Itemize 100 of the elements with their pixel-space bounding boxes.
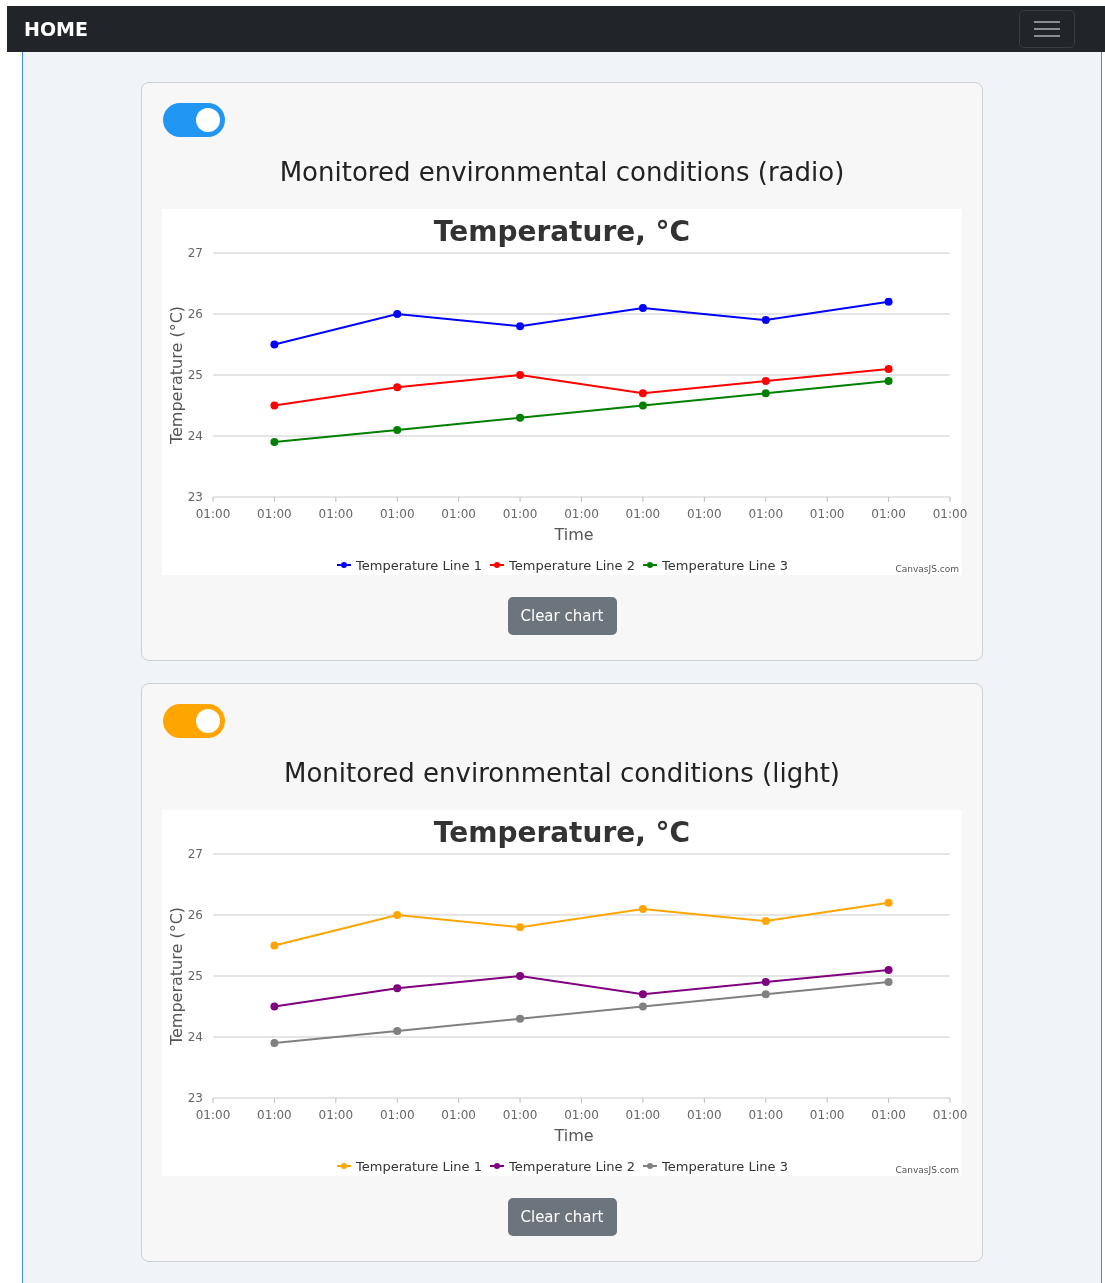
point <box>761 917 770 926</box>
x-tick-label: 01:00 <box>502 1108 538 1122</box>
chart-title: Temperature, °C <box>433 816 691 849</box>
credit-link[interactable]: CanvasJS.com <box>895 1165 959 1175</box>
y-tick-label: 27 <box>187 847 203 861</box>
menu-button[interactable] <box>1019 10 1075 48</box>
x-tick-label: 01:00 <box>257 1108 292 1122</box>
y-tick-label: 25 <box>187 969 203 983</box>
x-tick-label: 01:00 <box>871 1108 906 1122</box>
legend-marker-icon <box>336 1163 352 1169</box>
point <box>761 389 770 398</box>
y-tick-label: 27 <box>187 246 203 260</box>
x-tick-label: 01:00 <box>932 1108 968 1122</box>
point <box>884 898 893 907</box>
point <box>884 978 893 987</box>
point <box>270 1002 279 1011</box>
point <box>393 383 402 392</box>
y-tick-label: 25 <box>187 368 203 382</box>
x-tick-label: 01:00 <box>564 507 599 521</box>
point <box>516 923 525 932</box>
x-tick-label: 01:00 <box>871 507 906 521</box>
legend-marker-icon <box>642 1163 658 1169</box>
y-tick-label: 26 <box>187 908 203 922</box>
point <box>761 978 770 987</box>
point <box>516 1014 525 1023</box>
point <box>516 413 525 422</box>
point <box>270 941 279 950</box>
x-tick-label: 01:00 <box>687 507 722 521</box>
point <box>270 401 279 410</box>
x-tick-label: 01:00 <box>257 507 292 521</box>
toggle-switch[interactable] <box>163 704 225 738</box>
card-title: Monitored environmental conditions (radio) <box>279 157 845 187</box>
x-tick-label: 01:00 <box>809 1108 845 1122</box>
point <box>761 990 770 999</box>
point <box>270 340 279 349</box>
point <box>638 303 647 312</box>
point <box>638 990 647 999</box>
x-tick-label: 01:00 <box>318 507 354 521</box>
x-tick-label: 01:00 <box>441 1108 476 1122</box>
legend-label: Temperature Line 3 <box>662 558 788 573</box>
point <box>393 911 402 919</box>
x-tick-label: 01:00 <box>625 1108 661 1122</box>
x-tick-label: 01:00 <box>748 1108 784 1122</box>
x-tick-label: 01:00 <box>809 507 845 521</box>
legend-label: Temperature Line 1 <box>356 1159 482 1174</box>
point <box>270 438 279 447</box>
point <box>638 401 647 410</box>
point <box>516 371 525 379</box>
point <box>638 904 647 913</box>
point <box>761 377 770 386</box>
legend-label: Temperature Line 1 <box>356 558 482 573</box>
x-tick-label: 01:00 <box>195 1108 231 1122</box>
legend-label: Temperature Line 2 <box>509 1159 635 1174</box>
point <box>393 310 402 318</box>
point <box>393 425 402 434</box>
point <box>270 1039 279 1048</box>
y-axis-title: Temperature (°C) <box>167 906 186 1046</box>
x-tick-label: 01:00 <box>195 507 231 521</box>
y-tick-label: 24 <box>187 1030 203 1044</box>
x-tick-label: 01:00 <box>318 1108 354 1122</box>
x-tick-label: 01:00 <box>502 507 538 521</box>
legend-label: Temperature Line 3 <box>662 1159 788 1174</box>
chart-title: Temperature, °C <box>433 215 691 248</box>
x-tick-label: 01:00 <box>379 507 415 521</box>
x-tick-label: 01:00 <box>687 1108 722 1122</box>
y-axis-title: Temperature (°C) <box>167 305 186 445</box>
x-axis-title: Time <box>554 525 594 544</box>
credit-link[interactable]: CanvasJS.com <box>895 564 959 574</box>
toggle-switch[interactable] <box>163 103 225 137</box>
point <box>638 1002 647 1011</box>
y-tick-label: 23 <box>187 1091 203 1105</box>
point <box>516 322 525 331</box>
point <box>638 389 647 398</box>
x-axis-title: Time <box>554 1126 594 1145</box>
x-tick-label: 01:00 <box>441 507 476 521</box>
x-tick-label: 01:00 <box>932 507 968 521</box>
x-tick-label: 01:00 <box>748 507 784 521</box>
point <box>884 965 893 974</box>
legend-marker-icon <box>489 1163 505 1169</box>
clear-chart-button[interactable]: Clear chart <box>507 1198 617 1236</box>
point <box>393 1026 402 1035</box>
menu-icon <box>1034 19 1060 39</box>
point <box>884 377 893 386</box>
point <box>516 972 525 980</box>
y-tick-label: 26 <box>187 307 203 321</box>
x-tick-label: 01:00 <box>379 1108 415 1122</box>
x-tick-label: 01:00 <box>564 1108 599 1122</box>
x-tick-label: 01:00 <box>625 507 661 521</box>
point <box>393 984 402 993</box>
legend-marker-icon <box>642 562 658 568</box>
point <box>761 316 770 325</box>
brand-link[interactable]: HOME <box>24 18 88 40</box>
point <box>884 297 893 306</box>
clear-chart-button[interactable]: Clear chart <box>507 597 617 635</box>
y-tick-label: 23 <box>187 490 203 504</box>
legend-marker-icon <box>489 562 505 568</box>
y-tick-label: 24 <box>187 429 203 443</box>
legend-marker-icon <box>336 562 352 568</box>
card-title: Monitored environmental conditions (light) <box>284 758 840 788</box>
legend-label: Temperature Line 2 <box>509 558 635 573</box>
